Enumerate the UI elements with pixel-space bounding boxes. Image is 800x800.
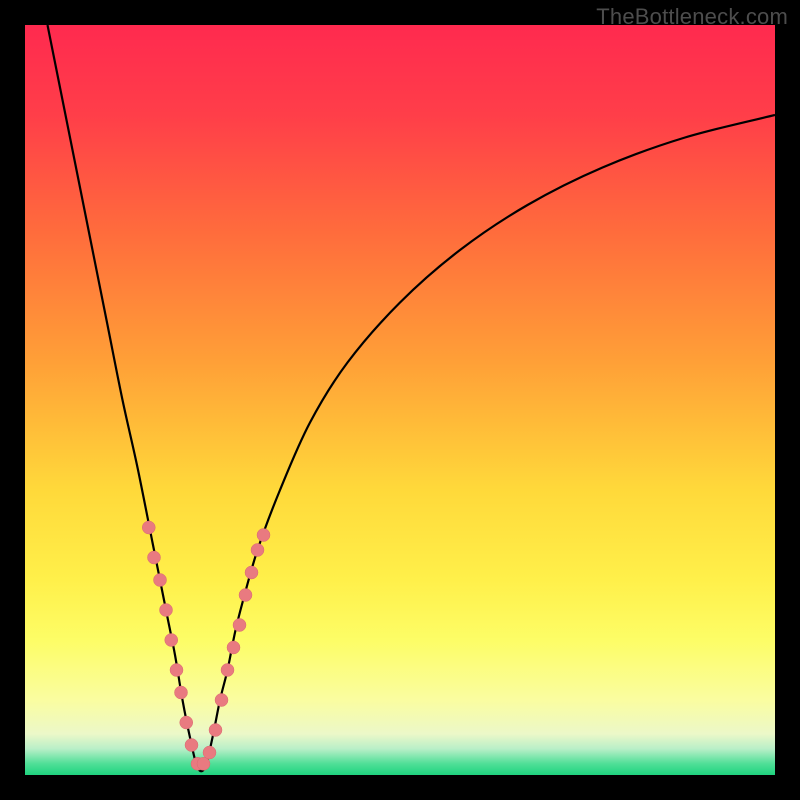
highlighted-point (227, 641, 240, 654)
highlighted-point (154, 574, 167, 587)
highlighted-points-group (142, 521, 270, 770)
highlighted-point (245, 566, 258, 579)
highlighted-point (203, 746, 216, 759)
plot-area (25, 25, 775, 775)
bottleneck-curve (48, 25, 776, 771)
highlighted-point (215, 694, 228, 707)
highlighted-point (197, 757, 210, 770)
highlighted-point (142, 521, 155, 534)
watermark-text: TheBottleneck.com (596, 4, 788, 30)
highlighted-point (148, 551, 161, 564)
highlighted-point (233, 619, 246, 632)
highlighted-point (185, 739, 198, 752)
highlighted-point (239, 589, 252, 602)
highlighted-point (251, 544, 264, 557)
highlighted-point (180, 716, 193, 729)
highlighted-point (170, 664, 183, 677)
chart-frame: TheBottleneck.com (0, 0, 800, 800)
highlighted-point (165, 634, 178, 647)
highlighted-point (257, 529, 270, 542)
curve-layer (25, 25, 775, 775)
highlighted-point (160, 604, 173, 617)
highlighted-point (209, 724, 222, 737)
highlighted-point (221, 664, 234, 677)
highlighted-point (175, 686, 188, 699)
